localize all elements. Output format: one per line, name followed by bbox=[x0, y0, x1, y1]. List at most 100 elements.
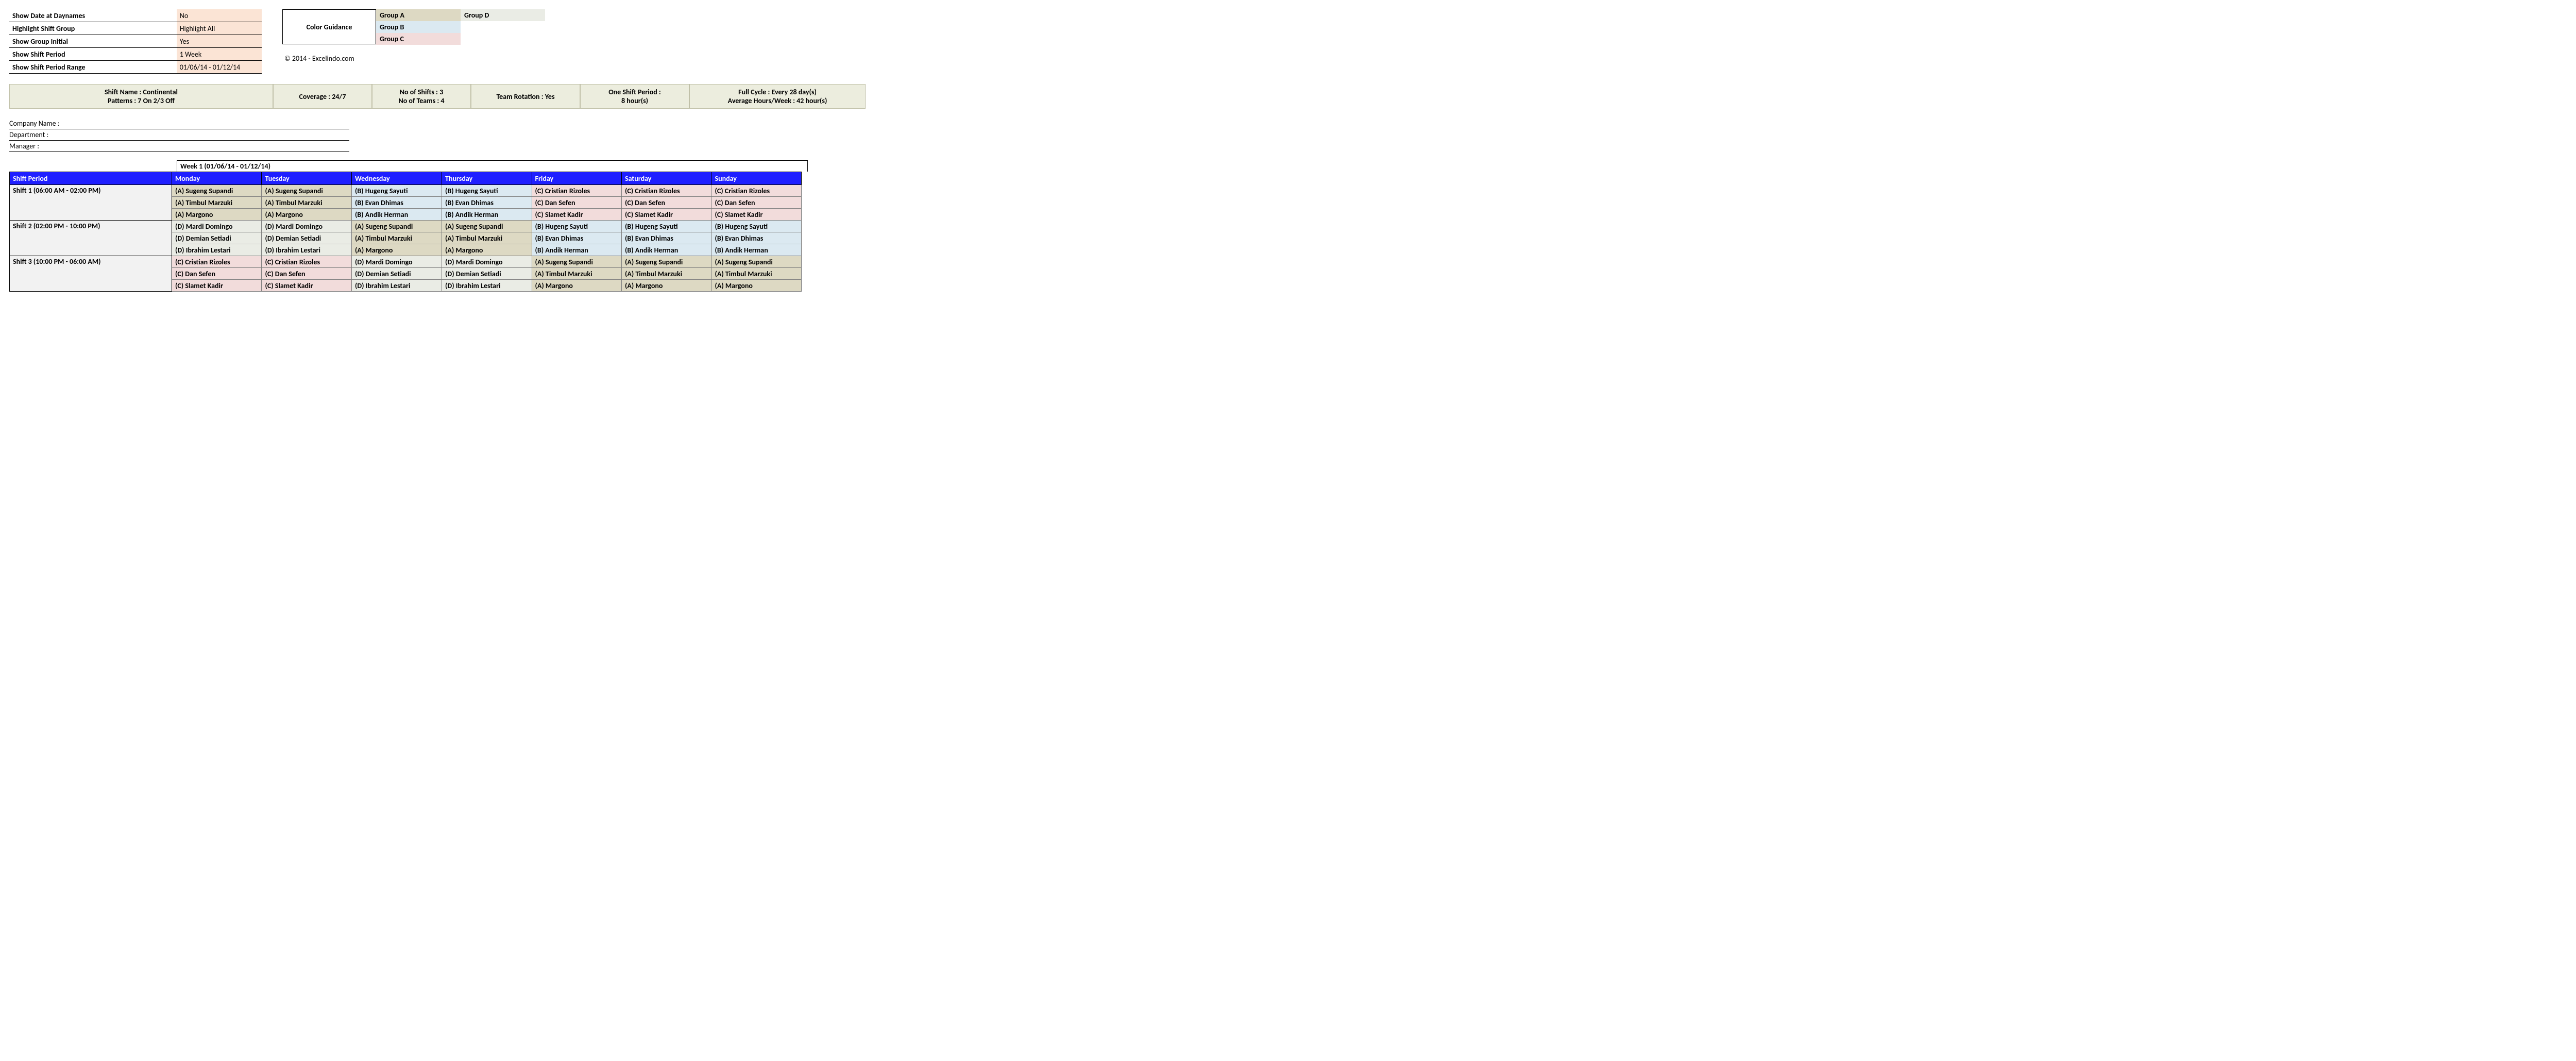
assignment-cell: (B) Evan Dhimas bbox=[622, 232, 711, 244]
assignment-cell: (C) Slamet Kadir bbox=[711, 209, 802, 221]
assignment-cell: (B) Hugeng Sayuti bbox=[711, 221, 802, 232]
group-columns: Group AGroup BGroup CGroup D bbox=[376, 9, 545, 45]
guidance-block: Color Guidance Group AGroup BGroup CGrou… bbox=[282, 9, 545, 63]
assignment-cell: (D) Ibrahim Lestari bbox=[262, 244, 351, 256]
info-line: 8 hour(s) bbox=[586, 96, 684, 105]
info-line: Average Hours/Week : 42 hour(s) bbox=[695, 96, 860, 105]
assignment-cell: (B) Evan Dhimas bbox=[351, 197, 442, 209]
assignment-cell: (A) Margono bbox=[711, 280, 802, 292]
assignment-cell: (B) Hugeng Sayuti bbox=[351, 185, 442, 197]
schedule-row: Shift 3 (10:00 PM - 06:00 AM)(C) Cristia… bbox=[10, 256, 802, 268]
assignment-cell: (D) Mardi Domingo bbox=[351, 256, 442, 268]
settings-row: Highlight Shift GroupHighlight All bbox=[9, 22, 262, 35]
company-block: Company Name : Department : Manager : bbox=[9, 118, 349, 152]
assignment-cell: (A) Timbul Marzuki bbox=[442, 232, 532, 244]
group-swatch: Group C bbox=[376, 33, 461, 45]
day-header: Friday bbox=[532, 172, 621, 185]
info-cell: Shift Name : ContinentalPatterns : 7 On … bbox=[9, 84, 273, 109]
info-line: One Shift Period : bbox=[586, 88, 684, 96]
info-cell: Team Rotation : Yes bbox=[471, 84, 580, 109]
assignment-cell: (A) Timbul Marzuki bbox=[532, 268, 621, 280]
settings-value[interactable]: No bbox=[177, 9, 262, 22]
day-header: Tuesday bbox=[262, 172, 351, 185]
assignment-cell: (D) Mardi Domingo bbox=[442, 256, 532, 268]
info-line: Coverage : 24/7 bbox=[279, 92, 366, 101]
assignment-cell: (C) Dan Sefen bbox=[262, 268, 351, 280]
assignment-cell: (B) Andik Herman bbox=[442, 209, 532, 221]
settings-value[interactable]: 1 Week bbox=[177, 48, 262, 61]
assignment-cell: (A) Margono bbox=[622, 280, 711, 292]
info-bar: Shift Name : ContinentalPatterns : 7 On … bbox=[9, 84, 2567, 109]
schedule: Week 1 (01/06/14 - 01/12/14) Shift Perio… bbox=[9, 160, 2567, 292]
assignment-cell: (A) Timbul Marzuki bbox=[622, 268, 711, 280]
settings-row: Show Date at DaynamesNo bbox=[9, 9, 262, 22]
assignment-cell: (B) Andik Herman bbox=[622, 244, 711, 256]
assignment-cell: (A) Margono bbox=[172, 209, 262, 221]
assignment-cell: (A) Margono bbox=[532, 280, 621, 292]
assignment-cell: (A) Timbul Marzuki bbox=[711, 268, 802, 280]
assignment-cell: (A) Sugeng Supandi bbox=[442, 221, 532, 232]
settings-value[interactable]: 01/06/14 - 01/12/14 bbox=[177, 61, 262, 74]
assignment-cell: (D) Ibrahim Lestari bbox=[172, 244, 262, 256]
info-line: No of Shifts : 3 bbox=[378, 88, 465, 96]
info-cell: No of Shifts : 3No of Teams : 4 bbox=[372, 84, 471, 109]
day-header: Monday bbox=[172, 172, 262, 185]
info-line: Full Cycle : Every 28 day(s) bbox=[695, 88, 860, 96]
assignment-cell: (A) Sugeng Supandi bbox=[262, 185, 351, 197]
shift-period-cell: Shift 2 (02:00 PM - 10:00 PM) bbox=[10, 221, 172, 256]
assignment-cell: (C) Slamet Kadir bbox=[172, 280, 262, 292]
company-name-line: Company Name : bbox=[9, 118, 349, 129]
assignment-cell: (B) Evan Dhimas bbox=[442, 197, 532, 209]
settings-value[interactable]: Highlight All bbox=[177, 22, 262, 35]
assignment-cell: (B) Andik Herman bbox=[711, 244, 802, 256]
assignment-cell: (C) Cristian Rizoles bbox=[622, 185, 711, 197]
settings-table: Show Date at DaynamesNoHighlight Shift G… bbox=[9, 9, 262, 74]
assignment-cell: (C) Cristian Rizoles bbox=[172, 256, 262, 268]
assignment-cell: (D) Ibrahim Lestari bbox=[351, 280, 442, 292]
group-swatch: Group D bbox=[461, 9, 545, 21]
department-line: Department : bbox=[9, 129, 349, 141]
settings-row: Show Shift Period Range01/06/14 - 01/12/… bbox=[9, 61, 262, 74]
assignment-cell: (D) Mardi Domingo bbox=[172, 221, 262, 232]
assignment-cell: (A) Margono bbox=[442, 244, 532, 256]
settings-key: Show Date at Daynames bbox=[9, 9, 177, 22]
settings-row: Show Group InitialYes bbox=[9, 35, 262, 48]
assignment-cell: (B) Hugeng Sayuti bbox=[442, 185, 532, 197]
manager-line: Manager : bbox=[9, 141, 349, 152]
shift-period-header: Shift Period bbox=[10, 172, 172, 185]
settings-key: Show Group Initial bbox=[9, 35, 177, 48]
assignment-cell: (A) Sugeng Supandi bbox=[711, 256, 802, 268]
assignment-cell: (B) Hugeng Sayuti bbox=[622, 221, 711, 232]
info-line: Team Rotation : Yes bbox=[477, 92, 574, 101]
schedule-row: Shift 1 (06:00 AM - 02:00 PM)(A) Sugeng … bbox=[10, 185, 802, 197]
color-guidance-label: Color Guidance bbox=[282, 9, 376, 44]
assignment-cell: (C) Slamet Kadir bbox=[532, 209, 621, 221]
assignment-cell: (A) Timbul Marzuki bbox=[172, 197, 262, 209]
assignment-cell: (C) Cristian Rizoles bbox=[262, 256, 351, 268]
assignment-cell: (A) Timbul Marzuki bbox=[262, 197, 351, 209]
assignment-cell: (A) Margono bbox=[351, 244, 442, 256]
assignment-cell: (C) Dan Sefen bbox=[172, 268, 262, 280]
day-header: Sunday bbox=[711, 172, 802, 185]
assignment-cell: (B) Evan Dhimas bbox=[711, 232, 802, 244]
assignment-cell: (C) Cristian Rizoles bbox=[711, 185, 802, 197]
assignment-cell: (A) Sugeng Supandi bbox=[172, 185, 262, 197]
group-swatch: Group A bbox=[376, 9, 461, 21]
assignment-cell: (C) Dan Sefen bbox=[711, 197, 802, 209]
schedule-header-row: Shift PeriodMondayTuesdayWednesdayThursd… bbox=[10, 172, 802, 185]
info-cell: Full Cycle : Every 28 day(s)Average Hour… bbox=[689, 84, 866, 109]
assignment-cell: (C) Cristian Rizoles bbox=[532, 185, 621, 197]
assignment-cell: (B) Hugeng Sayuti bbox=[532, 221, 621, 232]
settings-key: Show Shift Period Range bbox=[9, 61, 177, 74]
assignment-cell: (C) Slamet Kadir bbox=[262, 280, 351, 292]
assignment-cell: (D) Demian Setiadi bbox=[262, 232, 351, 244]
day-header: Wednesday bbox=[351, 172, 442, 185]
info-cell: Coverage : 24/7 bbox=[273, 84, 372, 109]
schedule-table: Shift PeriodMondayTuesdayWednesdayThursd… bbox=[9, 172, 802, 292]
week-title: Week 1 (01/06/14 - 01/12/14) bbox=[177, 160, 808, 172]
settings-key: Highlight Shift Group bbox=[9, 22, 177, 35]
settings-row: Show Shift Period1 Week bbox=[9, 48, 262, 61]
assignment-cell: (A) Margono bbox=[262, 209, 351, 221]
settings-value[interactable]: Yes bbox=[177, 35, 262, 48]
assignment-cell: (B) Andik Herman bbox=[351, 209, 442, 221]
